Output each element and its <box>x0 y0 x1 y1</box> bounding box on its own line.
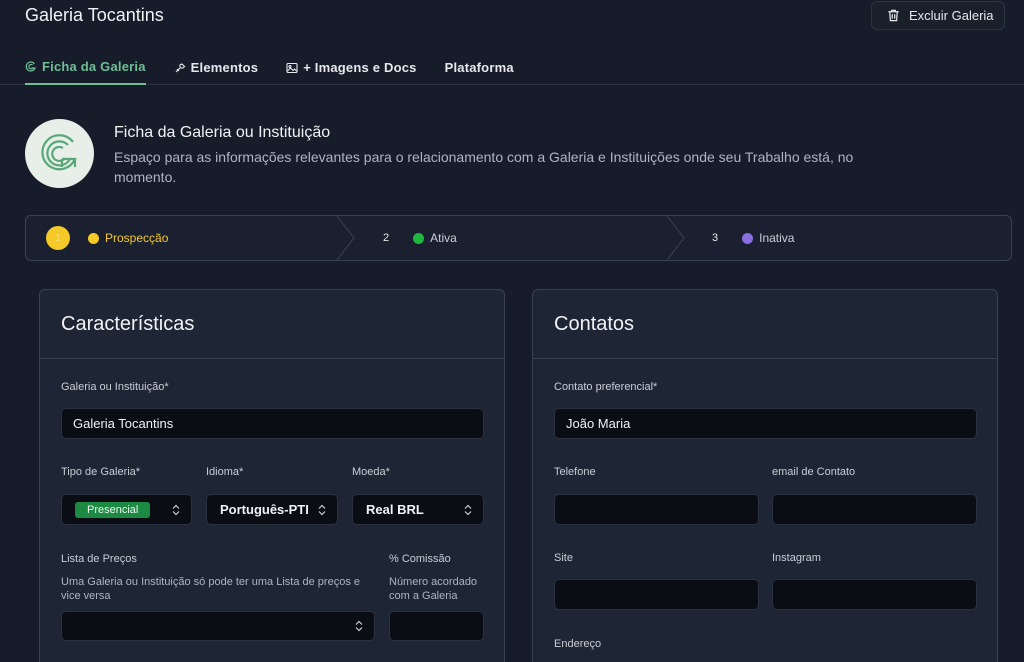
tab-ficha-galeria[interactable]: Ficha da Galeria <box>25 58 146 85</box>
gallery-type-select[interactable]: Presencial <box>61 494 192 525</box>
step-label: Inativa <box>759 231 795 245</box>
field-label: % Comissão <box>389 553 451 565</box>
field-label: Endereço <box>554 638 602 650</box>
gallery-name-input[interactable]: Galeria Tocantins <box>61 408 484 439</box>
chevron-separator <box>337 216 355 260</box>
step-number: 1 <box>46 226 70 250</box>
instagram-input[interactable] <box>772 579 977 610</box>
field-label: email de Contato <box>772 466 856 478</box>
page-title: Galeria Tocantins <box>25 5 164 25</box>
site-input[interactable] <box>554 579 759 610</box>
trash-icon <box>888 9 899 22</box>
gallery-logo-icon <box>40 133 77 170</box>
field-label: Moeda* <box>352 466 390 478</box>
gallery-avatar <box>25 119 94 188</box>
field-label: Tipo de Galeria* <box>61 466 141 478</box>
caracteristicas-card: Características Galeria ou Instituição* … <box>39 289 505 662</box>
status-dot-yellow <box>88 232 99 244</box>
delete-gallery-button[interactable]: Excluir Galeria <box>871 1 1005 30</box>
field-label: Contato preferencial* <box>554 381 658 393</box>
preferred-contact-input[interactable]: João Maria <box>554 408 977 439</box>
commission-input[interactable] <box>389 611 484 641</box>
price-list-select[interactable] <box>61 611 375 641</box>
field-label: Galeria ou Instituição* <box>61 381 169 393</box>
field-hint: Número acordado com a Galeria <box>389 576 478 602</box>
field-label: Telefone <box>554 466 596 478</box>
step-inativa[interactable]: 3 Inativa <box>712 216 794 260</box>
step-label: Prospecção <box>105 231 169 245</box>
status-dot-purple <box>742 232 754 244</box>
language-select[interactable]: Português-PTI <box>206 494 338 525</box>
step-label: Ativa <box>430 231 457 245</box>
field-hint: Uma Galeria ou Instituição só pode ter u… <box>61 576 360 602</box>
card-title: Características <box>40 290 504 359</box>
phone-input[interactable] <box>554 494 759 525</box>
status-dot-green <box>413 232 425 244</box>
field-label: Idioma* <box>206 466 244 478</box>
contatos-card: Contatos Contato preferencial* João Mari… <box>532 289 998 662</box>
section-description: Espaço para as informações relevantes pa… <box>114 149 854 185</box>
chevron-updown-icon <box>464 504 472 515</box>
status-stepper: 1 Prospecção 2 Ativa 3 Inativa <box>25 215 1012 261</box>
step-prospeccao[interactable]: 1 Prospecção <box>46 216 168 260</box>
page-header: Galeria Tocantins Excluir Galeria Ficha … <box>0 0 1024 85</box>
tools-icon <box>175 62 185 72</box>
gallery-logo-icon <box>25 60 36 72</box>
status-badge: Presencial <box>75 501 151 518</box>
currency-select[interactable]: Real BRL <box>352 494 484 525</box>
step-ativa[interactable]: 2 Ativa <box>383 216 457 260</box>
chevron-updown-icon <box>318 504 326 515</box>
chevron-updown-icon <box>172 504 180 515</box>
card-title: Contatos <box>533 290 997 359</box>
image-icon <box>286 62 298 73</box>
tab-plataforma[interactable]: Plataforma <box>445 58 514 85</box>
chevron-updown-icon <box>355 620 363 632</box>
email-input[interactable] <box>772 494 977 525</box>
chevron-separator <box>667 216 685 260</box>
step-number: 2 <box>383 232 390 244</box>
tab-imagens-docs[interactable]: + Imagens e Docs <box>286 58 416 85</box>
section-title: Ficha da Galeria ou Instituição <box>114 124 331 141</box>
tab-elementos[interactable]: Elementos <box>174 58 259 85</box>
tab-bar: Ficha da Galeria Elementos + Imagens e D… <box>25 58 542 85</box>
field-label: Instagram <box>772 552 821 564</box>
step-number: 3 <box>712 232 719 244</box>
delete-gallery-label: Excluir Galeria <box>909 8 994 23</box>
field-label: Lista de Preços <box>61 553 137 565</box>
field-label: Site <box>554 552 573 564</box>
